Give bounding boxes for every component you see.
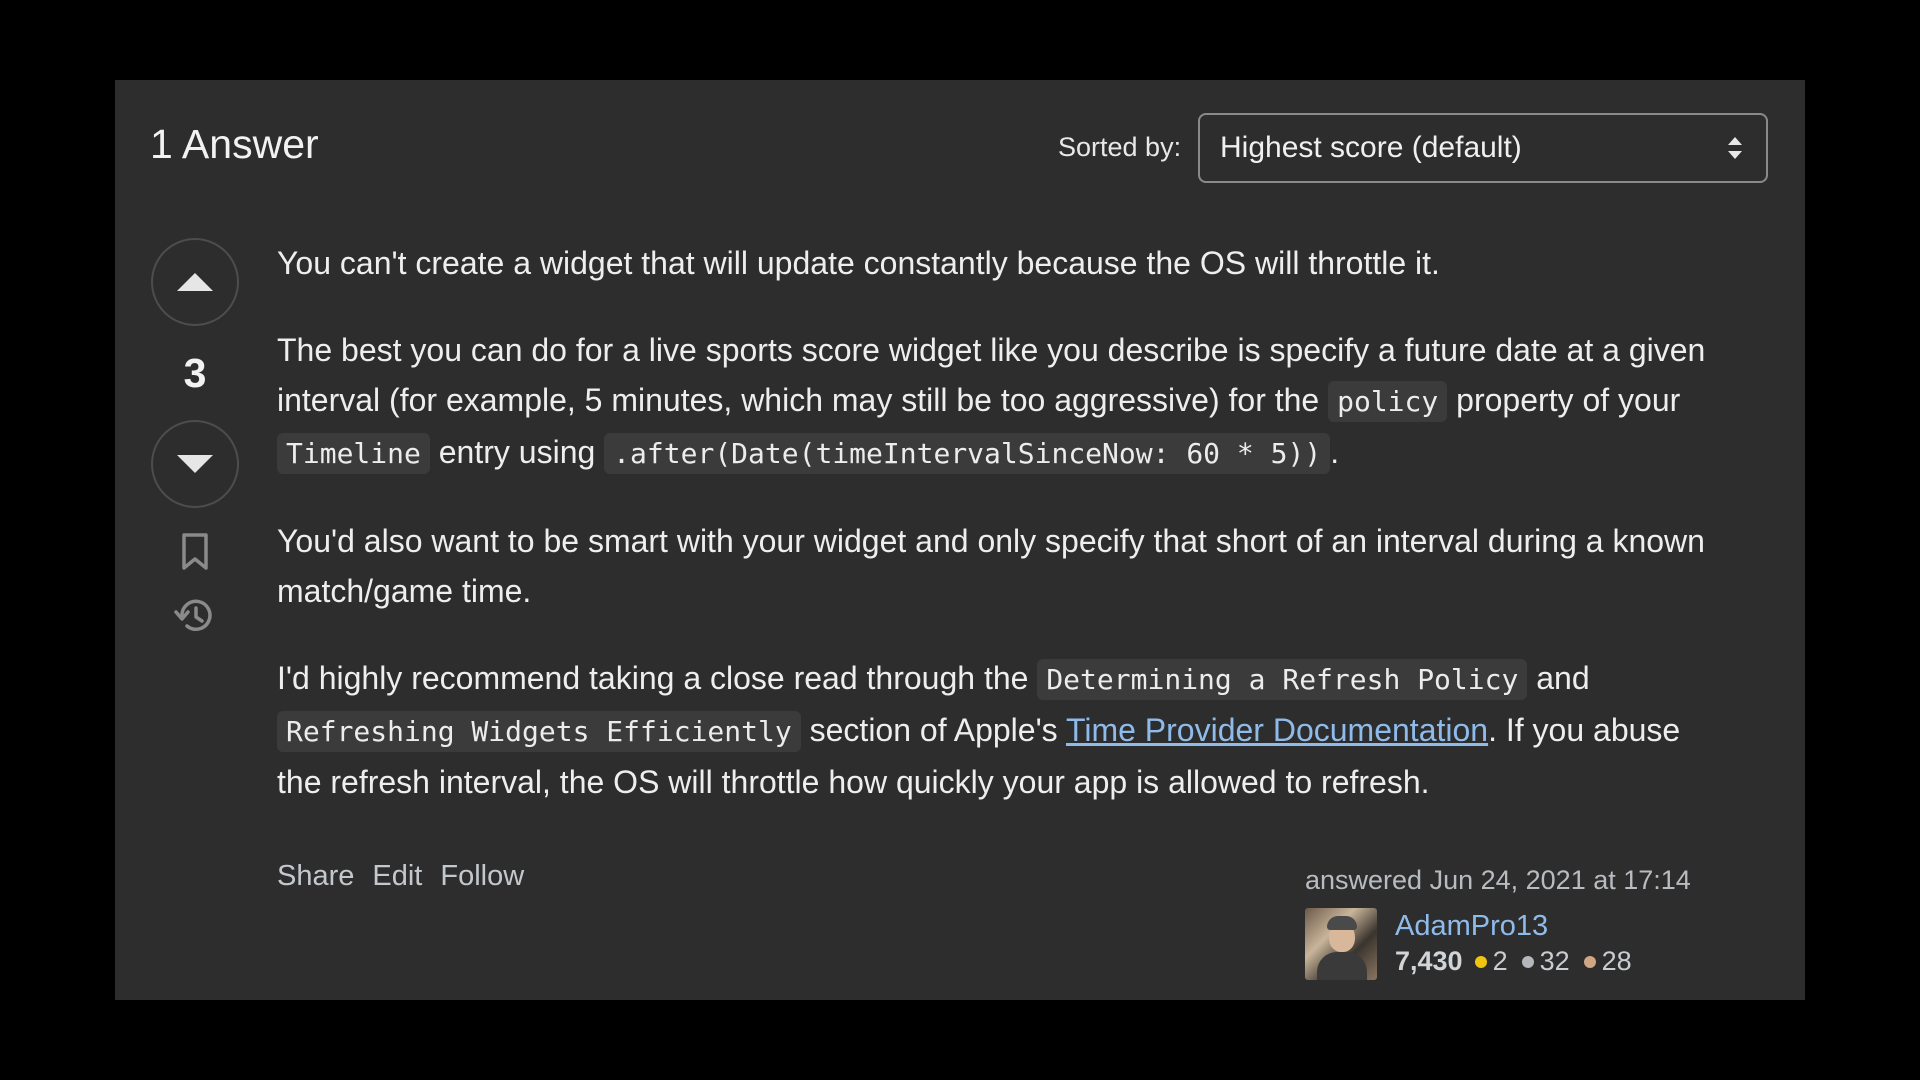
inline-code-refresh-policy: Determining a Refresh Policy: [1037, 659, 1528, 700]
text-span: .: [1330, 434, 1340, 470]
upvote-button[interactable]: [151, 238, 239, 326]
sort-select[interactable]: Highest score (default): [1198, 113, 1768, 183]
answer-paragraph-3: You'd also want to be smart with your wi…: [277, 523, 1705, 609]
edit-link[interactable]: Edit: [372, 860, 422, 893]
upvote-arrow-icon: [177, 273, 213, 291]
vote-count: 3: [183, 350, 207, 396]
text-span: entry using: [429, 434, 605, 470]
inline-code-timeline: Timeline: [277, 433, 430, 474]
answer-body: You can't create a widget that will upda…: [277, 238, 1732, 844]
gold-badges: 2: [1474, 946, 1508, 977]
sort-select-value: Highest score (default): [1220, 131, 1522, 164]
inline-code-policy: policy: [1328, 381, 1448, 422]
gold-badge-count: 2: [1492, 946, 1508, 976]
gold-badge-icon: [1474, 955, 1487, 968]
reputation-row: 7,430 2 32 28: [1395, 946, 1646, 977]
inline-code-after-date: .after(Date(timeIntervalSinceNow: 60 * 5…: [604, 433, 1331, 474]
text-span: section of Apple's: [800, 712, 1066, 748]
answered-timestamp[interactable]: answered Jun 24, 2021 at 17:14: [1305, 865, 1745, 896]
vote-column: 3: [150, 238, 240, 638]
downvote-button[interactable]: [151, 420, 239, 508]
sort-label: Sorted by:: [1058, 132, 1182, 162]
bronze-badges: 28: [1583, 946, 1632, 977]
downvote-arrow-icon: [177, 455, 213, 473]
answers-count-heading: 1 Answer: [150, 121, 319, 167]
inline-code-refreshing-widgets: Refreshing Widgets Efficiently: [277, 711, 801, 752]
answer-paragraph-2: The best you can do for a live sports sc…: [277, 325, 1732, 479]
share-link[interactable]: Share: [277, 860, 354, 893]
reputation-score: 7,430: [1395, 946, 1463, 976]
time-provider-doc-link[interactable]: Time Provider Documentation: [1066, 712, 1488, 748]
post-menu: Share Edit Follow: [277, 860, 524, 893]
silver-badges: 32: [1521, 946, 1570, 977]
user-row: AdamPro13 7,430 2 32 28: [1305, 908, 1745, 980]
text-span: I'd highly recommend taking a close read…: [277, 660, 1038, 696]
sort-arrows-icon: [1728, 137, 1742, 159]
silver-badge-icon: [1521, 955, 1534, 968]
text-span: and: [1527, 660, 1590, 696]
answers-panel: 1 Answer Sorted by: Highest score (defau…: [115, 80, 1805, 1000]
answer-paragraph-4: I'd highly recommend taking a close read…: [277, 653, 1732, 807]
answer-paragraph-1: You can't create a widget that will upda…: [277, 245, 1440, 281]
text-span: property of your: [1447, 382, 1681, 418]
avatar[interactable]: [1305, 908, 1377, 980]
bronze-badge-icon: [1583, 955, 1596, 968]
history-icon[interactable]: [173, 594, 217, 638]
follow-link[interactable]: Follow: [440, 860, 524, 893]
user-details: AdamPro13 7,430 2 32 28: [1395, 908, 1646, 977]
silver-badge-count: 32: [1539, 946, 1570, 976]
user-card: answered Jun 24, 2021 at 17:14 AdamPro13…: [1305, 865, 1745, 980]
bookmark-icon[interactable]: [179, 532, 211, 572]
bronze-badge-count: 28: [1601, 946, 1632, 976]
user-name-link[interactable]: AdamPro13: [1395, 908, 1646, 944]
